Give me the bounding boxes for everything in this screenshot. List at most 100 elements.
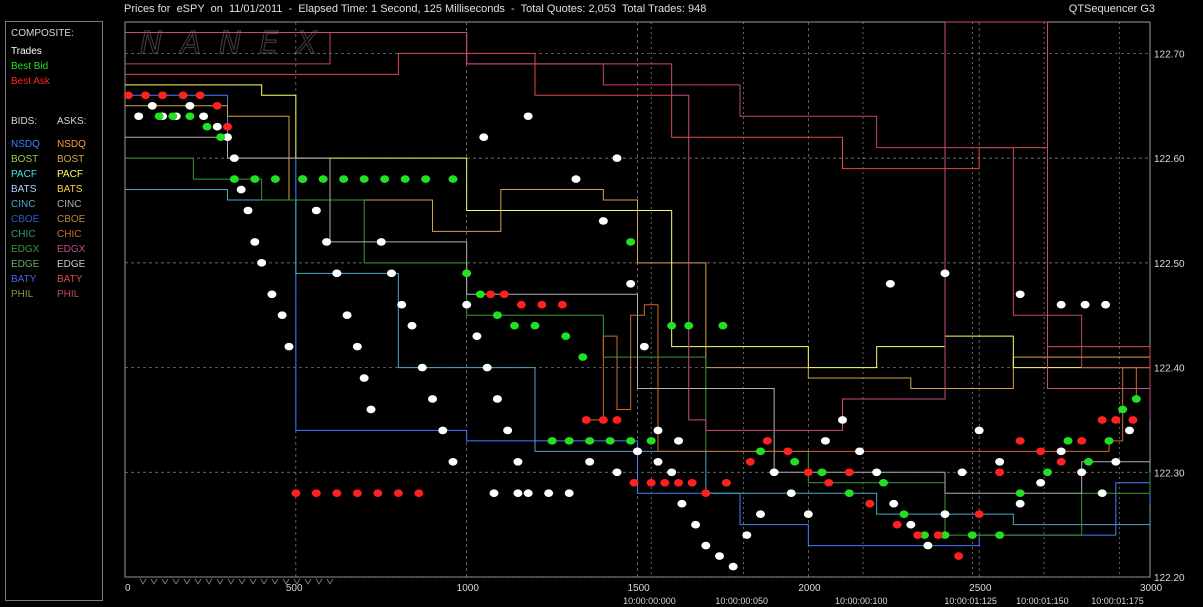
point-best-bid — [844, 489, 854, 498]
point-best-bid — [646, 437, 656, 445]
point-trades — [397, 300, 407, 309]
point-trades — [250, 238, 260, 246]
time-tick-label: 10:00:00:000 — [623, 596, 676, 606]
point-best-bid — [667, 321, 677, 330]
point-trades — [438, 426, 448, 435]
time-tick-label: 10:00:01:150 — [1016, 596, 1069, 606]
y-tick-label: 122.70 — [1154, 49, 1185, 60]
point-trades — [923, 541, 933, 550]
point-trades — [342, 311, 352, 320]
point-trades — [1101, 300, 1111, 309]
point-best-bid — [718, 321, 728, 330]
point-best-ask — [1036, 447, 1046, 456]
point-best-ask — [311, 489, 321, 498]
point-trades — [366, 405, 376, 414]
x-tick-label: 500 — [286, 583, 303, 594]
point-best-ask — [721, 478, 731, 487]
point-trades — [585, 458, 595, 466]
point-best-bid — [462, 269, 472, 278]
point-trades — [612, 154, 622, 162]
x-tick-label: 2500 — [969, 583, 992, 594]
axis-marker — [238, 578, 246, 585]
point-best-bid — [1104, 437, 1114, 445]
point-best-ask — [212, 101, 222, 110]
point-trades — [667, 468, 677, 477]
point-best-bid — [359, 175, 369, 183]
point-best-bid — [578, 353, 588, 361]
point-best-ask — [352, 489, 362, 498]
point-trades — [612, 468, 622, 477]
point-best-bid — [298, 175, 308, 183]
point-best-bid — [380, 175, 390, 183]
point-trades — [639, 342, 649, 351]
point-trades — [1125, 426, 1134, 435]
point-trades — [626, 279, 636, 288]
point-best-ask — [123, 91, 133, 100]
point-best-bid — [756, 447, 765, 456]
point-trades — [728, 562, 738, 571]
axis-marker — [205, 578, 213, 585]
point-best-bid — [585, 437, 595, 445]
point-best-bid — [229, 175, 239, 183]
point-best-ask — [913, 531, 923, 539]
point-best-ask — [865, 499, 875, 508]
point-trades — [376, 238, 386, 246]
point-trades — [598, 217, 608, 225]
point-trades — [786, 489, 796, 498]
point-trades — [407, 321, 417, 330]
point-best-bid — [626, 437, 636, 445]
point-best-bid — [1015, 489, 1025, 498]
point-best-ask — [933, 531, 943, 539]
point-trades — [147, 101, 157, 110]
point-best-bid — [790, 458, 800, 466]
point-best-ask — [516, 300, 526, 309]
point-best-ask — [1015, 437, 1025, 445]
point-trades — [448, 458, 458, 466]
point-trades — [332, 269, 342, 278]
point-trades — [257, 259, 267, 267]
y-tick-label: 122.60 — [1154, 154, 1185, 165]
point-best-bid — [154, 112, 164, 121]
point-best-ask — [486, 290, 496, 299]
axis-marker — [194, 578, 202, 585]
axis-marker — [183, 578, 191, 585]
axis-marker — [161, 578, 169, 585]
point-best-bid — [684, 321, 694, 330]
point-trades — [691, 520, 701, 529]
point-trades — [803, 510, 813, 518]
point-best-ask — [141, 91, 150, 100]
x-tick-label: 2000 — [798, 583, 821, 594]
point-trades — [653, 458, 663, 466]
point-best-ask — [414, 489, 424, 498]
x-tick-label: 1000 — [457, 583, 480, 594]
point-best-bid — [492, 311, 502, 320]
point-trades — [872, 468, 882, 477]
point-trades — [653, 426, 663, 435]
point-best-bid — [510, 321, 519, 330]
point-trades — [855, 447, 865, 456]
point-best-bid — [1043, 468, 1052, 477]
point-trades — [417, 363, 427, 372]
point-best-bid — [216, 133, 226, 141]
point-trades — [134, 112, 144, 121]
point-best-ask — [824, 478, 834, 487]
point-best-bid — [250, 175, 260, 183]
x-tick-label: 1500 — [628, 583, 651, 594]
axis-marker — [260, 578, 268, 585]
point-trades — [701, 541, 711, 550]
point-trades — [1097, 489, 1107, 498]
axis-marker — [150, 578, 158, 585]
point-best-bid — [626, 238, 636, 246]
point-best-bid — [564, 437, 574, 445]
point-best-bid — [339, 175, 349, 183]
point-best-bid — [530, 321, 540, 330]
point-best-bid — [270, 175, 280, 183]
point-best-ask — [581, 416, 591, 424]
time-tick-label: 10:00:01:175 — [1091, 596, 1144, 606]
point-trades — [492, 395, 502, 403]
point-best-ask — [1077, 437, 1087, 445]
point-best-ask — [1056, 458, 1066, 466]
point-best-bid — [995, 531, 1005, 539]
point-trades — [544, 489, 554, 498]
point-best-ask — [745, 458, 755, 466]
